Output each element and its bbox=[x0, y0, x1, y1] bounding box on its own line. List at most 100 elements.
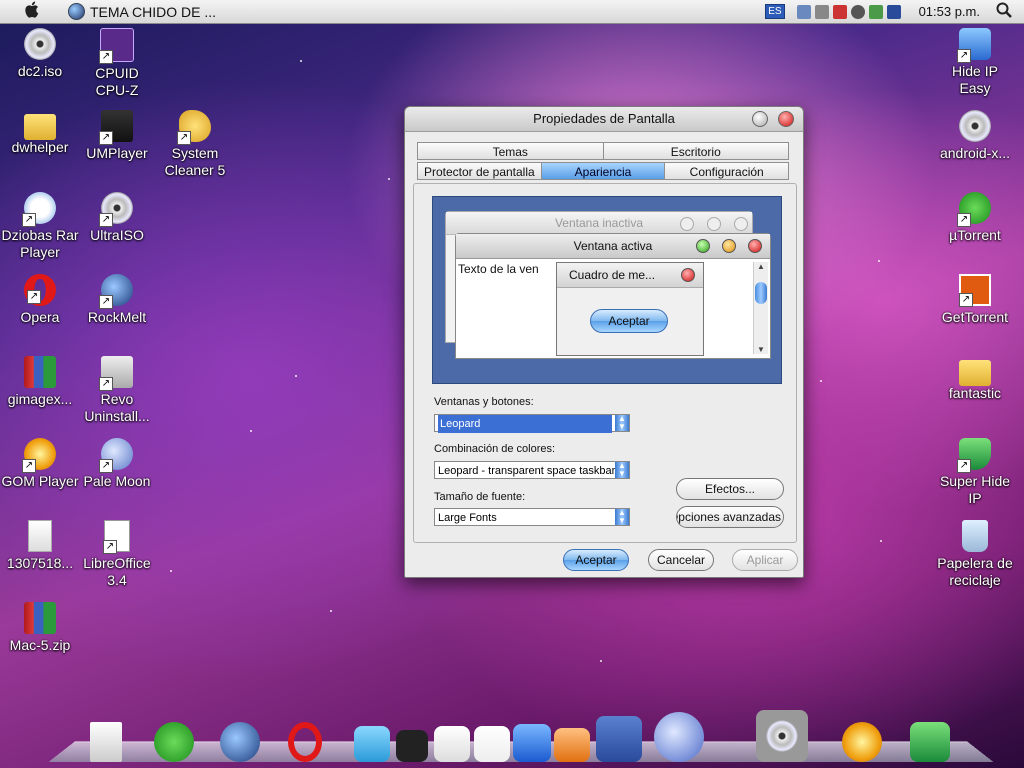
dropdown-arrows-icon: ▲ ▼ bbox=[615, 509, 629, 525]
preview-scrollbar: ▲ ▼ bbox=[753, 262, 768, 354]
desktop-icon-fantastic[interactable]: fantastic bbox=[935, 356, 1015, 402]
dock-document-icon[interactable] bbox=[90, 722, 122, 762]
desktop-icon-super-hide-ip[interactable]: Super Hide IP bbox=[935, 438, 1015, 507]
ultraiso-icon bbox=[99, 192, 133, 227]
desktop-icon-rockmelt[interactable]: RockMelt bbox=[77, 274, 157, 326]
tab-temas[interactable]: Temas bbox=[417, 142, 604, 160]
desktop-icon-android-x[interactable]: android-x... bbox=[935, 110, 1015, 162]
desktop-icon-hide-ip[interactable]: Hide IP Easy bbox=[935, 28, 1015, 97]
desktop-icon-label: LibreOffice 3.4 bbox=[83, 555, 151, 588]
color-scheme-select[interactable]: Leopard - transparent space taskbar ▲ ▼ bbox=[434, 461, 630, 479]
tab-configuracion[interactable]: Configuración bbox=[665, 162, 790, 180]
desktop-icon-label: Pale Moon bbox=[83, 473, 151, 489]
disc-image-icon bbox=[24, 28, 56, 60]
red-close-icon bbox=[748, 239, 762, 253]
desktop-icon-opera[interactable]: Opera bbox=[0, 274, 80, 326]
cancel-button[interactable]: Cancelar bbox=[648, 549, 714, 571]
windows-buttons-select[interactable]: Leopard ▲ ▼ bbox=[434, 414, 630, 433]
dock-mail-icon[interactable] bbox=[554, 728, 590, 762]
volume-icon[interactable] bbox=[814, 4, 829, 19]
dock-app-store-icon[interactable] bbox=[910, 722, 950, 762]
preview-active-window: Ventana activa Texto de la ven ▲ ▼ Cuadr… bbox=[455, 233, 771, 359]
scroll-up-arrow-icon: ▲ bbox=[757, 262, 765, 271]
inactive-dot-icon bbox=[707, 217, 721, 231]
desktop-icon-label: 1307518... bbox=[6, 555, 74, 571]
desktop-icon-mac5[interactable]: Mac-5.zip bbox=[0, 602, 80, 654]
spotlight-search-icon[interactable] bbox=[996, 2, 1012, 22]
dock-opera-icon[interactable] bbox=[288, 722, 322, 762]
tab-row-bottom: Protector de pantalla Apariencia Configu… bbox=[417, 162, 790, 180]
ok-button[interactable]: Aceptar bbox=[563, 549, 629, 571]
dock-gmail-icon[interactable] bbox=[474, 726, 510, 762]
opera-icon bbox=[24, 274, 56, 306]
color-scheme-value: Leopard - transparent space taskbar bbox=[438, 465, 616, 477]
desktop-icon-dc2[interactable]: dc2.iso bbox=[0, 28, 80, 80]
apply-button[interactable]: Aplicar bbox=[732, 549, 798, 571]
desktop-icon-pale-moon[interactable]: Pale Moon bbox=[77, 438, 157, 490]
desktop-icon-label: dwhelper bbox=[11, 139, 69, 155]
libreoffice-icon bbox=[103, 520, 130, 554]
desktop-icon-recycle-bin[interactable]: Papelera de reciclaje bbox=[935, 520, 1015, 589]
effects-button[interactable]: Efectos... bbox=[676, 478, 784, 500]
desktop-icon-label: System Cleaner 5 bbox=[164, 145, 226, 178]
appearance-panel: Ventana inactiva Ventana activa Texto de… bbox=[413, 183, 797, 543]
monitor-icon[interactable] bbox=[886, 4, 901, 19]
disc-image-icon bbox=[959, 110, 991, 142]
desktop-icon-label: µTorrent bbox=[949, 227, 1001, 243]
language-indicator[interactable]: ES bbox=[765, 4, 785, 19]
desktop-icon-label: GOM Player bbox=[1, 473, 79, 489]
dock-gom-player-icon[interactable] bbox=[842, 722, 882, 762]
desktop-icon-utorrent[interactable]: µTorrent bbox=[935, 192, 1015, 244]
lock-icon bbox=[957, 28, 991, 63]
cpuz-icon bbox=[99, 28, 134, 64]
desktop-icon-cpuz[interactable]: CPUID CPU-Z bbox=[77, 28, 157, 99]
desktop-icon-1307518[interactable]: 1307518... bbox=[0, 520, 80, 572]
dock-youtube-icon[interactable] bbox=[434, 726, 470, 762]
clock-tray-icon[interactable] bbox=[850, 4, 865, 19]
folder-icon bbox=[959, 360, 991, 386]
menu-clock[interactable]: 01:53 p.m. bbox=[919, 4, 980, 19]
tab-escritorio[interactable]: Escritorio bbox=[603, 142, 789, 160]
desktop-icon-revo[interactable]: Revo Uninstall... bbox=[77, 356, 157, 425]
network-icon[interactable] bbox=[796, 4, 811, 19]
dock-pale-moon-icon[interactable] bbox=[654, 712, 704, 762]
yellow-minimize-icon bbox=[722, 239, 736, 253]
desktop-icon-system-cleaner[interactable]: System Cleaner 5 bbox=[155, 110, 235, 179]
desktop-icon-libreoffice[interactable]: LibreOffice 3.4 bbox=[77, 520, 157, 589]
desktop-icon-gom[interactable]: GOM Player bbox=[0, 438, 80, 490]
desktop-icon-dziobas[interactable]: Dziobas Rar Player bbox=[0, 192, 80, 261]
dialog-titlebar[interactable]: Propiedades de Pantalla bbox=[405, 107, 803, 132]
desktop-icon-dwhelper[interactable]: dwhelper bbox=[0, 110, 80, 156]
red-close-icon bbox=[681, 268, 695, 282]
update-icon[interactable] bbox=[868, 4, 883, 19]
tab-protector-de-pantalla[interactable]: Protector de pantalla bbox=[417, 162, 542, 180]
desktop-icon-ultraiso[interactable]: UltraISO bbox=[77, 192, 157, 244]
desktop-icon-label: Super Hide IP bbox=[939, 473, 1011, 506]
preview-message-box: Cuadro de me... Aceptar bbox=[556, 262, 704, 356]
advanced-options-button[interactable]: Opciones avanzadas bbox=[676, 506, 784, 528]
font-size-select[interactable]: Large Fonts ▲ ▼ bbox=[434, 508, 630, 526]
close-button[interactable] bbox=[778, 111, 794, 127]
preview-ok-button: Aceptar bbox=[590, 309, 668, 333]
minimize-button[interactable] bbox=[752, 111, 768, 127]
desktop-icon-label: Opera bbox=[20, 309, 60, 325]
desktop-icon-umplayer[interactable]: UMPlayer bbox=[77, 110, 157, 162]
desktop-icon-label: UMPlayer bbox=[86, 145, 148, 161]
desktop-icon-label: UltraISO bbox=[90, 227, 144, 243]
active-app-menu[interactable]: TEMA CHIDO DE ... bbox=[68, 3, 216, 20]
dock-add-icon[interactable] bbox=[396, 730, 428, 762]
dock-twitter-icon[interactable] bbox=[354, 726, 390, 762]
dock-utorrent-icon[interactable] bbox=[154, 722, 194, 762]
dropdown-arrows-icon: ▲ ▼ bbox=[615, 415, 629, 431]
dock-dvd-player-icon[interactable] bbox=[756, 710, 808, 762]
apple-menu-icon[interactable] bbox=[16, 1, 46, 23]
dock-google-icon[interactable] bbox=[513, 724, 551, 762]
desktop-icon-gimagex[interactable]: gimagex... bbox=[0, 356, 80, 408]
security-icon[interactable] bbox=[832, 4, 847, 19]
dock-rockmelt-icon[interactable] bbox=[220, 722, 260, 762]
desktop-icon-gettorrent[interactable]: GetTorrent bbox=[935, 274, 1015, 326]
dock-facebook-icon[interactable] bbox=[596, 716, 642, 762]
active-app-title: TEMA CHIDO DE ... bbox=[90, 3, 217, 20]
tab-apariencia[interactable]: Apariencia bbox=[541, 162, 666, 180]
system-cleaner-icon bbox=[177, 110, 211, 145]
